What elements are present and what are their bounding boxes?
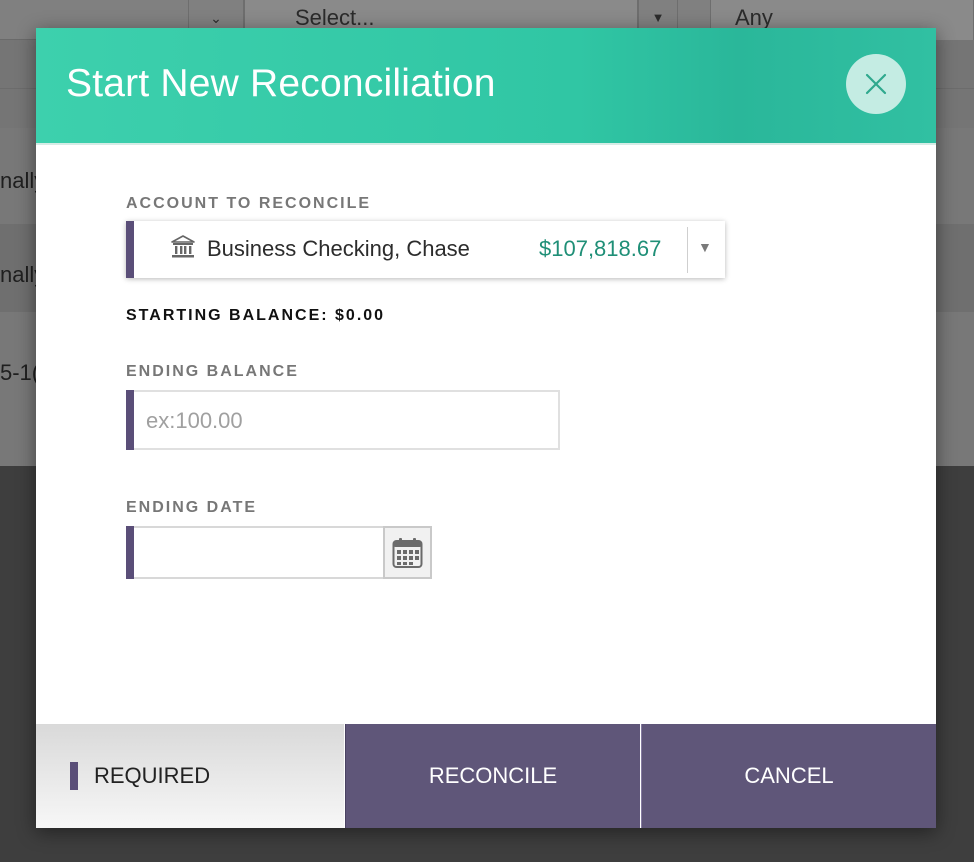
cancel-button[interactable]: CANCEL — [641, 724, 936, 828]
bank-icon — [171, 235, 195, 258]
reconciliation-modal: Start New Reconciliation ACCOUNT TO RECO… — [36, 28, 936, 828]
required-indicator — [70, 762, 78, 790]
ending-date-label: ENDING DATE — [126, 499, 258, 516]
modal-title: Start New Reconciliation — [66, 62, 496, 105]
required-legend: REQUIRED — [36, 724, 344, 828]
background-row-text: 5-1( — [0, 360, 40, 385]
calendar-icon — [392, 538, 423, 568]
account-label: ACCOUNT TO RECONCILE — [126, 195, 372, 212]
ending-balance-placeholder: ex:100.00 — [146, 408, 243, 433]
ending-date-input[interactable] — [126, 526, 384, 579]
close-icon — [865, 73, 887, 95]
account-name: Business Checking, Chase — [207, 236, 470, 261]
required-indicator — [126, 526, 134, 579]
ending-balance-input[interactable]: ex:100.00 — [126, 390, 560, 450]
modal-header: Start New Reconciliation — [36, 28, 936, 145]
modal-footer: REQUIRED RECONCILE CANCEL — [36, 724, 936, 828]
dropdown-divider — [687, 227, 688, 273]
starting-balance: STARTING BALANCE: $0.00 — [126, 307, 386, 324]
reconcile-button[interactable]: RECONCILE — [345, 724, 640, 828]
account-balance: $107,818.67 — [539, 236, 662, 261]
required-legend-label: REQUIRED — [94, 763, 211, 788]
required-indicator — [126, 390, 134, 450]
dropdown-arrow-icon[interactable]: ▼ — [698, 239, 712, 255]
calendar-button[interactable] — [383, 526, 432, 579]
account-select[interactable]: Business Checking, Chase $107,818.67 ▼ — [126, 221, 725, 278]
close-button[interactable] — [846, 54, 906, 114]
ending-balance-label: ENDING BALANCE — [126, 363, 299, 380]
required-indicator — [126, 221, 134, 278]
